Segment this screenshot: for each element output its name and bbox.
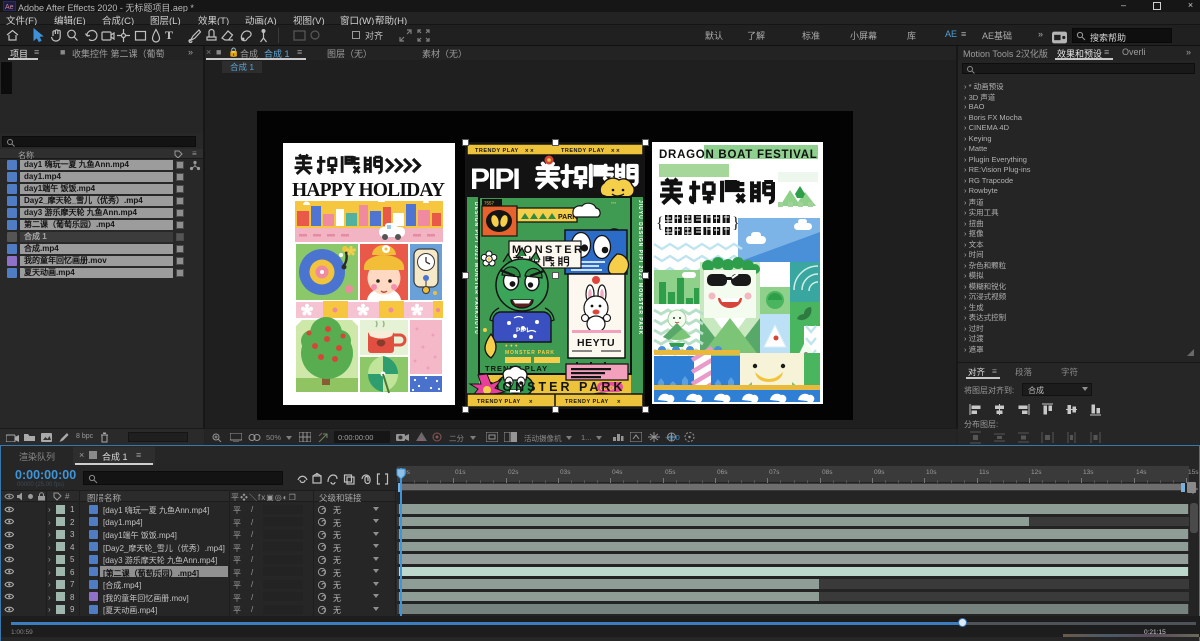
svg-text:7557: 7557 <box>484 201 495 206</box>
svg-text:PIPI: PIPI <box>470 163 519 196</box>
svg-text:● ● ●: ● ● ● <box>505 343 518 348</box>
svg-text:× ×: × × <box>525 149 534 155</box>
svg-text:HAPPY HOLIDAY: HAPPY HOLIDAY <box>292 180 445 201</box>
svg-text:***: *** <box>611 201 617 206</box>
svg-text:HEYTU: HEYTU <box>577 337 615 349</box>
svg-text:× ×: × × <box>611 149 620 155</box>
svg-text:MONSTER PARK: MONSTER PARK <box>489 380 625 394</box>
svg-text:DRAGON BOAT FESTIVAL: DRAGON BOAT FESTIVAL <box>659 149 817 161</box>
svg-text:MONSTER PARK: MONSTER PARK <box>505 350 555 356</box>
svg-text:JIUYU DESIGN PIPI 2023 MONSTER: JIUYU DESIGN PIPI 2023 MONSTER PARK <box>637 200 643 335</box>
svg-text:Ae: Ae <box>5 4 14 11</box>
svg-text:TRENDY PLAY: TRENDY PLAY <box>477 399 521 405</box>
svg-text:×: × <box>617 400 621 406</box>
svg-text:{: { <box>656 215 664 232</box>
svg-text:×: × <box>529 400 533 406</box>
svg-text:PIPI: PIPI <box>516 327 528 334</box>
svg-text:TRENDY PLAY: TRENDY PLAY <box>565 399 609 405</box>
svg-text:TRENDY PLAY: TRENDY PLAY <box>561 148 605 154</box>
svg-text:TRENDY PLAY: TRENDY PLAY <box>475 148 519 154</box>
